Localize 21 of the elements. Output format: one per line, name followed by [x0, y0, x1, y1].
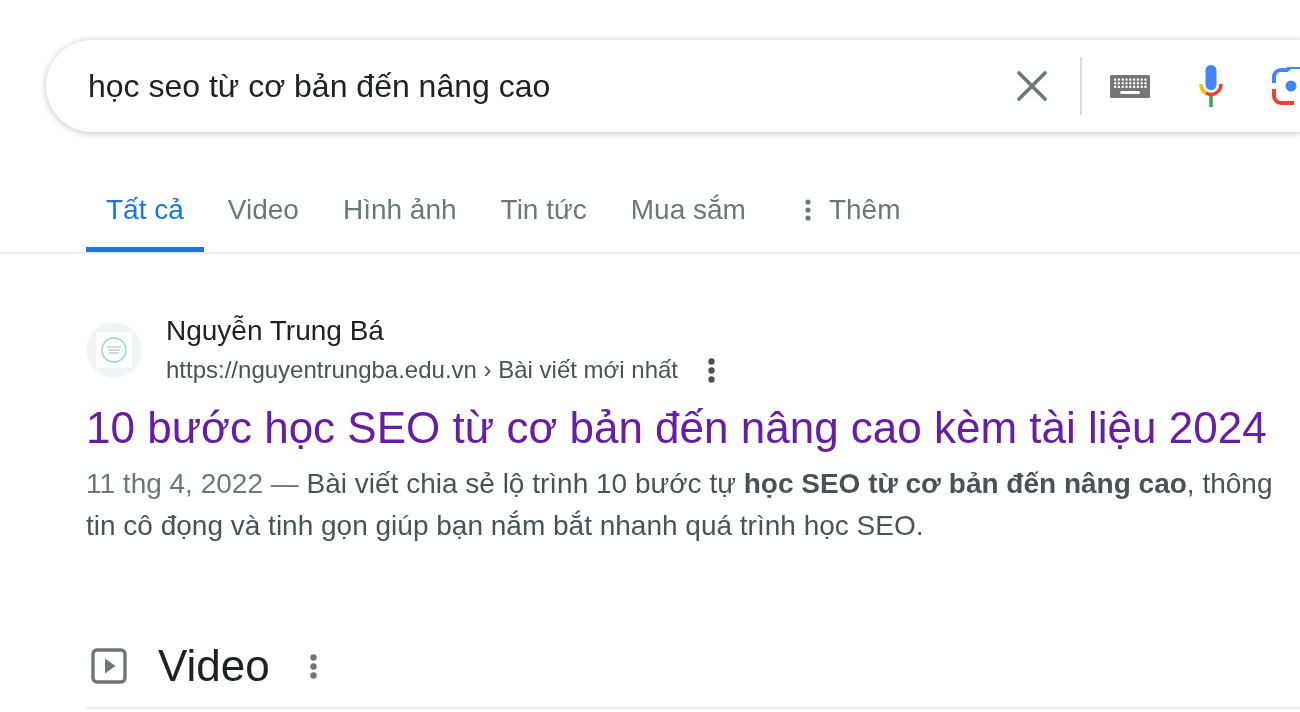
camera-icon[interactable]	[1272, 67, 1300, 105]
search-tab[interactable]: Tin tức	[480, 172, 607, 252]
close-icon	[1017, 71, 1047, 101]
result-title-link[interactable]: 10 bước học SEO từ cơ bản đến nâng cao kèm tài liệu 2024	[86, 400, 1267, 456]
keyboard-icon[interactable]	[1110, 74, 1150, 98]
result-snippet: 11 thg 4, 2022 — Bài viết chia sẻ lộ trình 10 bước tự học SEO từ cơ bản đến nâng cao, thông tin cô đọng và tinh gọn giúp bạn nắm bắt nhanh quá trình học SEO.	[86, 467, 1274, 543]
microphone-icon[interactable]	[1198, 65, 1224, 107]
more-options-icon[interactable]	[708, 357, 716, 383]
play-icon	[91, 648, 127, 684]
more-vert-icon	[804, 198, 811, 221]
site-name: Nguyễn Trung Bá	[166, 314, 384, 348]
more-options-icon[interactable]	[309, 653, 317, 679]
search-tab[interactable]: Hình ảnh	[322, 172, 477, 252]
search-tab[interactable]: Video	[207, 172, 319, 252]
section-heading: Video	[158, 640, 270, 692]
search-tab[interactable]: Mua sắm	[610, 172, 766, 252]
search-input[interactable]: học seo từ cơ bản đến nâng cao	[88, 58, 1008, 114]
site-favicon-icon	[86, 322, 142, 378]
search-tab[interactable]: Tất cả	[86, 172, 204, 252]
result-url: https://nguyentrungba.edu.vn › Bài viết mới nhất	[166, 355, 679, 385]
search-tab[interactable]: Thêm	[784, 172, 921, 252]
